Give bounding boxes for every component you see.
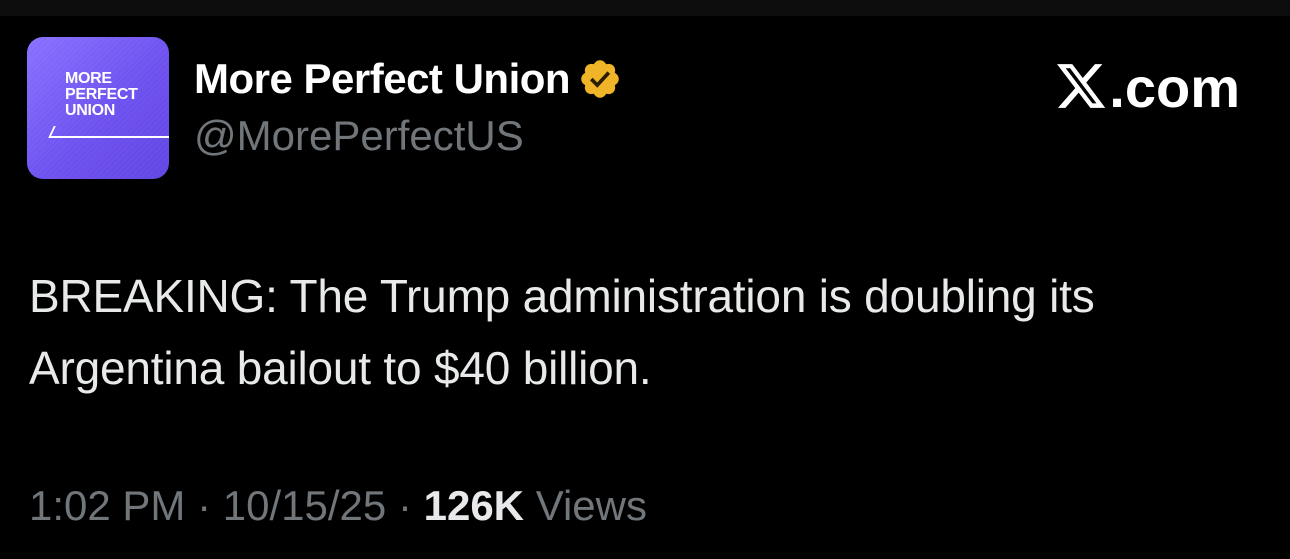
tweet-meta: 1:02 PM · 10/15/25 · 126K Views — [29, 482, 647, 530]
meta-separator: · — [197, 482, 212, 529]
meta-separator: · — [397, 482, 412, 529]
x-brand-watermark: .com — [1057, 55, 1240, 119]
brand-label: .com — [1109, 55, 1240, 119]
account-handle[interactable]: @MorePerfectUS — [194, 112, 524, 160]
avatar-logo-text: MORE PERFECT UNION — [65, 71, 138, 119]
tweet-date[interactable]: 10/15/25 — [223, 482, 387, 529]
top-edge-bar — [0, 0, 1290, 16]
views-label: Views — [535, 482, 647, 529]
x-logo-icon — [1057, 64, 1106, 108]
views-count[interactable]: 126K — [424, 482, 524, 529]
tweet-text: BREAKING: The Trump administration is do… — [29, 270, 1095, 394]
display-name[interactable]: More Perfect Union — [194, 55, 571, 103]
avatar[interactable]: MORE PERFECT UNION — [27, 37, 169, 179]
avatar-underline — [49, 136, 169, 138]
tweet-time[interactable]: 1:02 PM — [29, 482, 185, 529]
avatar-line-3: UNION — [65, 102, 116, 119]
display-name-row: More Perfect Union — [194, 54, 622, 104]
verified-badge-icon[interactable] — [578, 57, 622, 101]
avatar-line-2: PERFECT — [65, 86, 138, 103]
avatar-line-1: MORE — [65, 70, 112, 87]
